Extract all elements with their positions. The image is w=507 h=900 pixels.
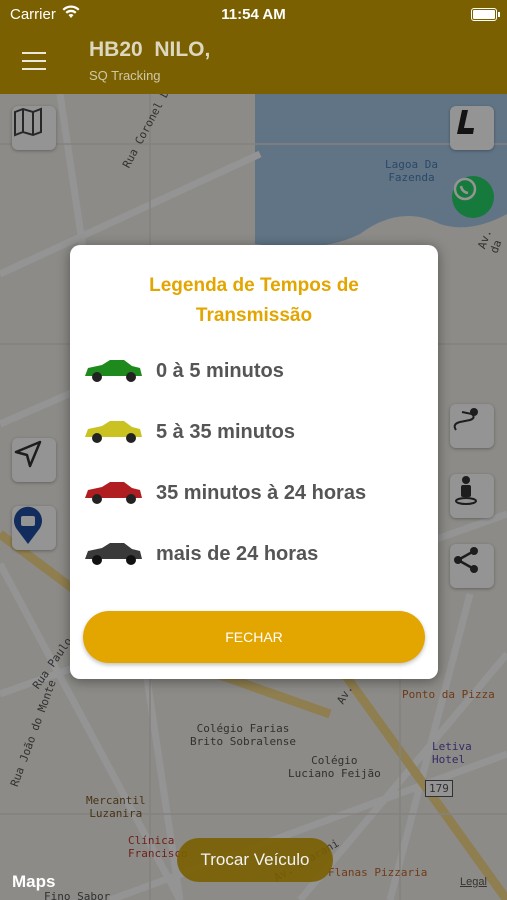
red-car-icon — [85, 482, 142, 504]
legend-label: 35 minutos à 24 horas — [156, 482, 367, 504]
apple-maps-logo: Maps — [12, 872, 55, 892]
change-vehicle-button[interactable]: Trocar Veículo — [177, 838, 333, 882]
legend-item: mais de 24 horas — [82, 535, 422, 575]
app-header: HB20 NILO, SQ Tracking — [0, 28, 507, 94]
legend-dialog: Legenda de Tempos de Transmissão 0 à 5 m… — [70, 245, 438, 679]
legend-item: 5 à 35 minutos — [82, 413, 422, 453]
status-bar: Carrier 11:54 AM — [0, 0, 507, 28]
hamburger-menu-icon[interactable] — [22, 52, 46, 70]
legend-label: 0 à 5 minutos — [156, 360, 284, 382]
app-subtitle: SQ Tracking — [89, 68, 161, 83]
yellow-car-icon — [85, 421, 142, 443]
gray-car-icon — [85, 543, 142, 565]
legal-link[interactable]: Legal — [460, 876, 487, 888]
legend-item: 0 à 5 minutos — [82, 352, 422, 392]
legend-label: mais de 24 horas — [156, 543, 319, 565]
legend-item: 35 minutos à 24 horas — [82, 474, 422, 514]
dialog-title: Legenda de Tempos de Transmissão — [149, 275, 359, 326]
battery-icon — [471, 8, 500, 21]
vehicle-title: HB20 NILO, — [89, 38, 211, 61]
close-button[interactable]: FECHAR — [83, 611, 425, 663]
clock: 11:54 AM — [221, 6, 286, 23]
legend-label: 5 à 35 minutos — [156, 421, 295, 443]
green-car-icon — [85, 360, 142, 382]
maps-logo-text: Maps — [12, 872, 56, 891]
